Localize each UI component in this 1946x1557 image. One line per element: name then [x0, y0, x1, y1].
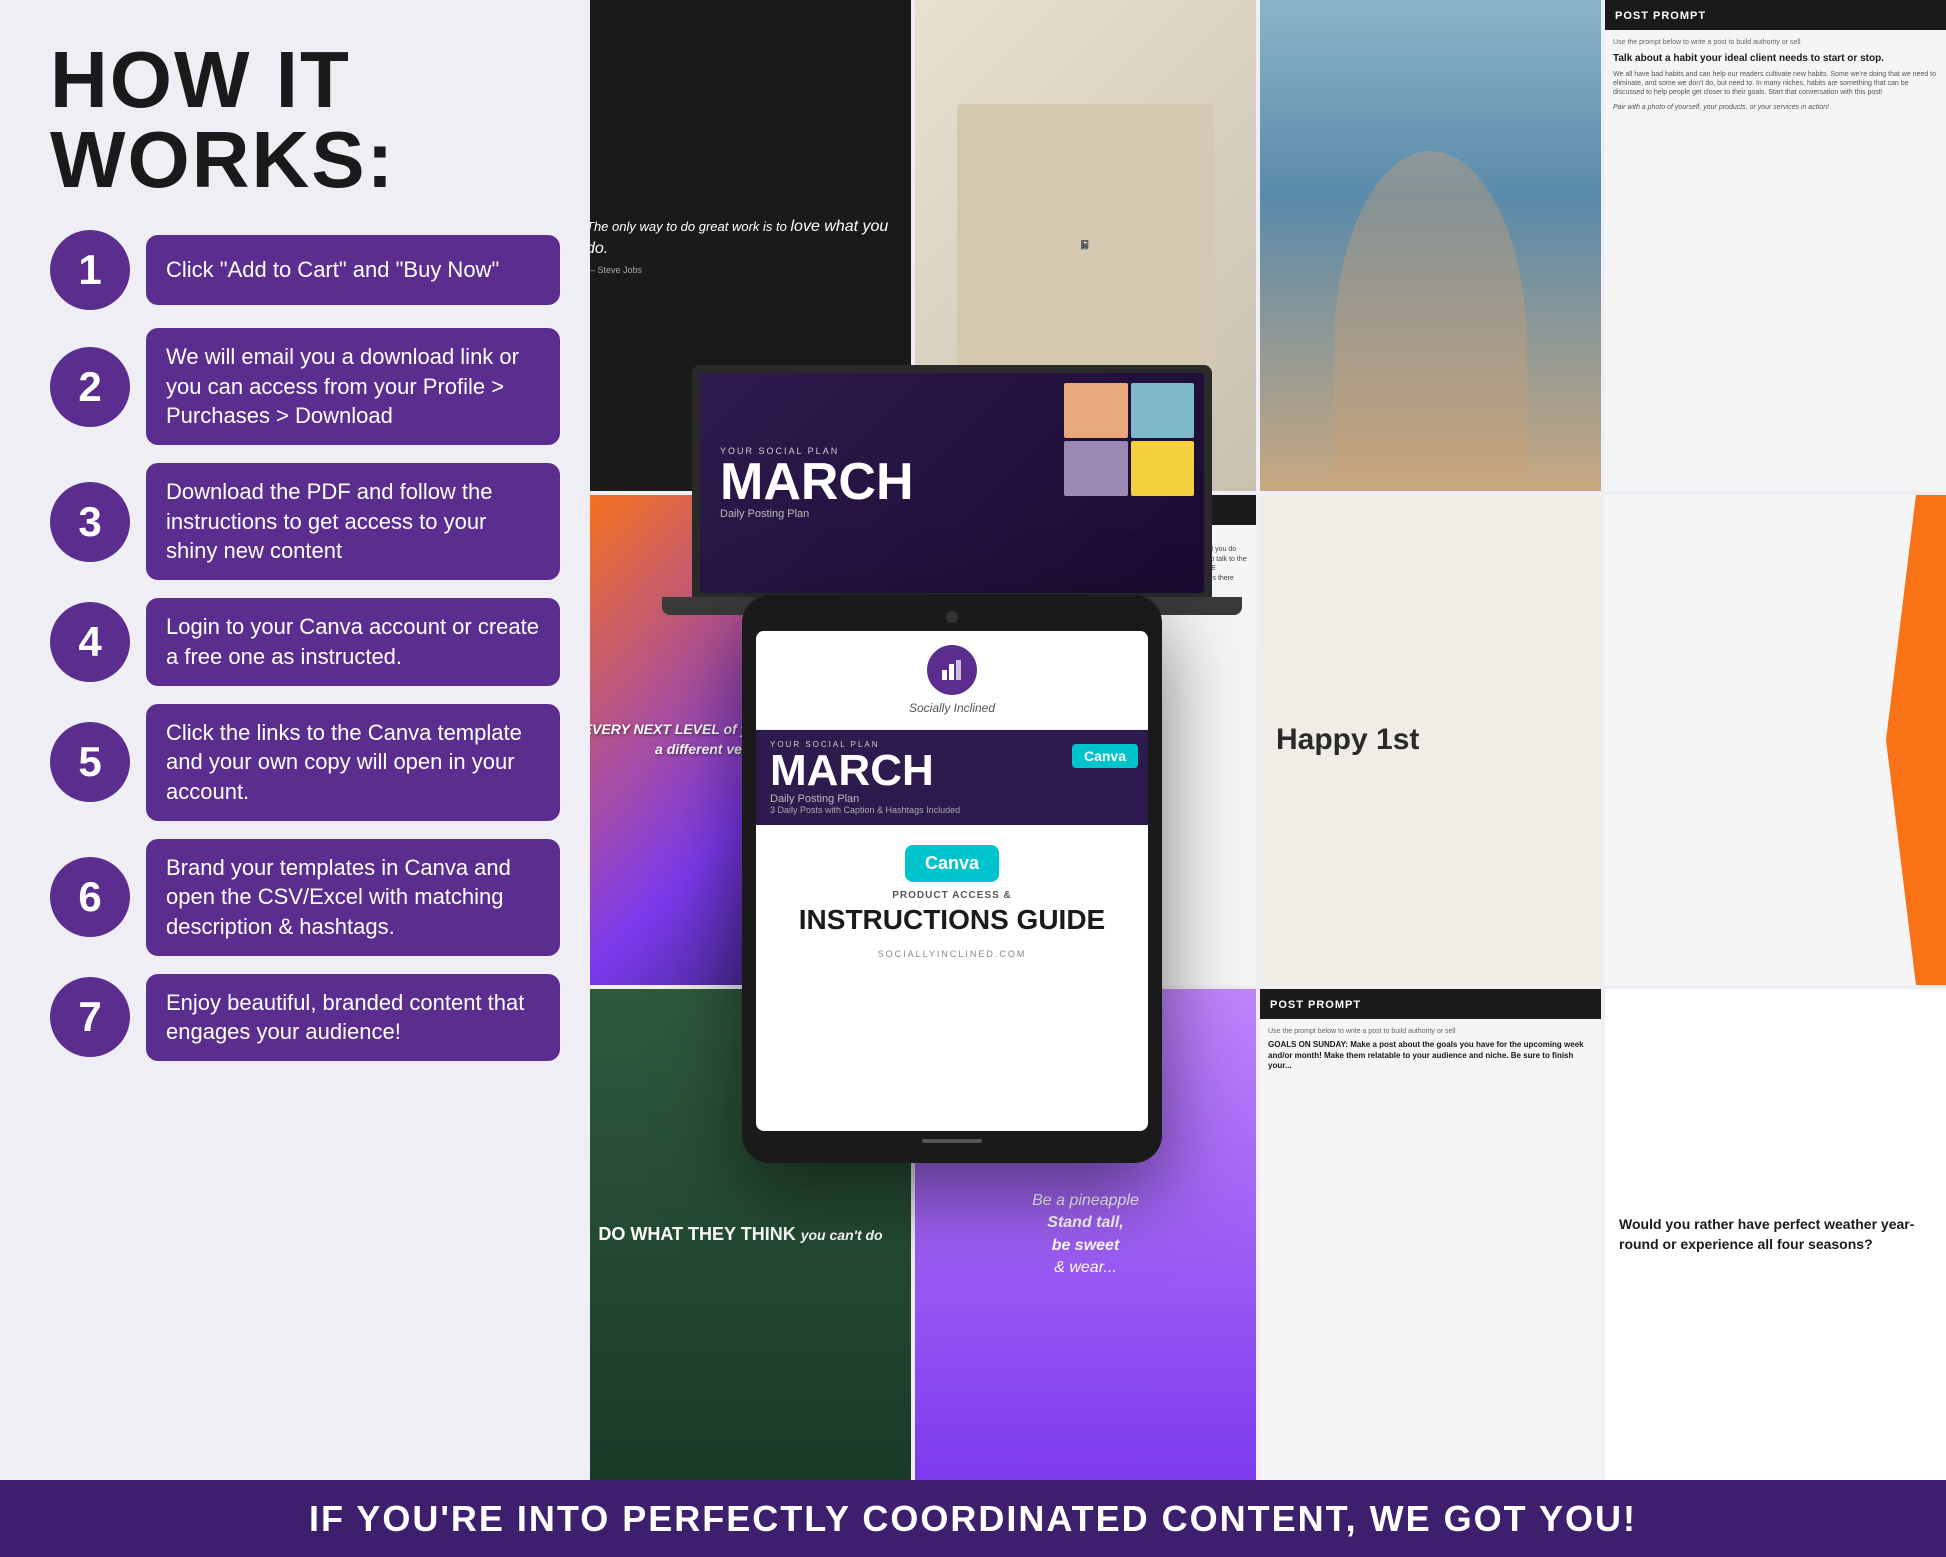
step-number-2: 2 [50, 347, 130, 427]
grid-cell-orange [1605, 495, 1946, 986]
step-text-2: We will email you a download link or you… [146, 328, 560, 445]
post-prompt-detail: We all have bad habits and can help our … [1613, 70, 1938, 97]
collage-1 [1064, 383, 1128, 438]
goals-header: POST PROMPT [1260, 989, 1601, 1019]
step-number-5: 5 [50, 722, 130, 802]
post-prompt-pair: Pair with a photo of yourself, your prod… [1613, 103, 1938, 113]
laptop-subtitle: Daily Posting Plan [720, 508, 809, 520]
laptop-collage [1064, 383, 1194, 496]
tablet-wrapper: Socially Inclined YOUR SOCIAL PLAN MARCH… [742, 595, 1162, 1163]
laptop-content: YOUR SOCIAL PLAN MARCH Daily Posting Pla… [700, 373, 1204, 593]
stand-tall-text: Be a pineappleStand tall,be sweet& wear.… [1032, 1190, 1139, 1280]
tablet-product-label: PRODUCT ACCESS & [892, 890, 1012, 901]
tablet-canva-mid: Canva [1072, 744, 1138, 768]
tablet-screen: Socially Inclined YOUR SOCIAL PLAN MARCH… [756, 631, 1148, 1131]
goals-label: POST PROMPT [1270, 999, 1361, 1011]
post-prompt-header-1: POST PROMPT [1605, 0, 1946, 30]
would-you-text: Would you rather have perfect weather ye… [1619, 1215, 1932, 1254]
post-prompt-question: Talk about a habit your ideal client nee… [1613, 52, 1938, 66]
desk-label: 📓 [1080, 240, 1091, 251]
step-7: 7 Enjoy beautiful, branded content that … [50, 974, 560, 1061]
orange-chevron [1886, 495, 1946, 986]
step-number-6: 6 [50, 857, 130, 937]
step-text-1: Click "Add to Cart" and "Buy Now" [146, 235, 560, 305]
step-text-7: Enjoy beautiful, branded content that en… [146, 974, 560, 1061]
goals-text: GOALS ON SUNDAY: Make a post about the g… [1268, 1040, 1593, 1072]
chart-icon [938, 656, 966, 684]
post-prompt-body-1: Use the prompt below to write a post to … [1605, 30, 1946, 121]
do-what-text: DO WHAT THEY THINK you can't do [598, 1223, 882, 1246]
quote-author: — Steve Jobs [586, 265, 895, 275]
laptop-device: YOUR SOCIAL PLAN MARCH Daily Posting Pla… [742, 365, 1162, 615]
tablet-logo [927, 645, 977, 695]
tablet-bottom-section: Canva PRODUCT ACCESS & INSTRUCTIONS GUID… [756, 825, 1148, 980]
laptop-screen: YOUR SOCIAL PLAN MARCH Daily Posting Pla… [700, 373, 1204, 593]
tablet-mid-section: YOUR SOCIAL PLAN MARCH Daily Posting Pla… [756, 730, 1148, 825]
tablet-top-section: Socially Inclined [756, 631, 1148, 730]
grid-cell-woman-photo [1260, 0, 1601, 491]
bottom-banner: IF YOU'RE INTO PERFECTLY COORDINATED CON… [0, 1480, 1946, 1557]
left-panel: HOW IT WORKS: 1 Click "Add to Cart" and … [0, 0, 590, 1480]
step-2: 2 We will email you a download link or y… [50, 328, 560, 445]
step-text-6: Brand your templates in Canva and open t… [146, 839, 560, 956]
tablet-frame: Socially Inclined YOUR SOCIAL PLAN MARCH… [742, 595, 1162, 1163]
tablet-device: YOUR SOCIAL PLAN MARCH Daily Posting Pla… [742, 395, 1162, 1163]
woman-overlay [1260, 0, 1601, 491]
collage-2 [1131, 383, 1195, 438]
laptop-month: MARCH [720, 456, 914, 508]
tablet-daily-label: Daily Posting Plan [770, 793, 1134, 805]
collage-3 [1064, 441, 1128, 496]
happy-overlay: Happy 1st [1260, 495, 1601, 986]
tablet-url: SOCIALLYINCLINED.COM [878, 949, 1027, 959]
post-prompt-label-1: POST PROMPT [1615, 10, 1706, 22]
tablet-camera [946, 611, 958, 623]
step-text-4: Login to your Canva account or create a … [146, 598, 560, 685]
steps-list: 1 Click "Add to Cart" and "Buy Now" 2 We… [50, 230, 560, 1061]
happy-text: Happy 1st [1276, 723, 1419, 757]
goals-body: Use the prompt below to write a post to … [1260, 1019, 1601, 1080]
step-text-3: Download the PDF and follow the instruct… [146, 463, 560, 580]
tablet-posts-detail: 3 Daily Posts with Caption & Hashtags In… [770, 805, 1134, 815]
step-number-4: 4 [50, 602, 130, 682]
step-5: 5 Click the links to the Canva template … [50, 704, 560, 821]
step-text-5: Click the links to the Canva template an… [146, 704, 560, 821]
grid-cell-would-you: Would you rather have perfect weather ye… [1605, 989, 1946, 1480]
quote-text: The only way to do great work is to love… [586, 216, 895, 261]
step-4: 4 Login to your Canva account or create … [50, 598, 560, 685]
grid-cell-happy: Happy 1st [1260, 495, 1601, 986]
tablet-home-indicator [922, 1139, 982, 1143]
step-1: 1 Click "Add to Cart" and "Buy Now" [50, 230, 560, 310]
tablet-canva-badge-area: Canva [1072, 738, 1138, 774]
step-number-3: 3 [50, 482, 130, 562]
laptop-frame: YOUR SOCIAL PLAN MARCH Daily Posting Pla… [692, 365, 1212, 597]
tablet-canva-bottom: Canva [905, 845, 999, 882]
tablet-guide-title: INSTRUCTIONS GUIDE [799, 905, 1105, 936]
post-prompt-intro: Use the prompt below to write a post to … [1613, 38, 1938, 48]
collage-4 [1131, 441, 1195, 496]
tablet-brand: Socially Inclined [770, 701, 1134, 715]
grid-cell-goals: POST PROMPT Use the prompt below to writ… [1260, 989, 1601, 1480]
step-number-7: 7 [50, 977, 130, 1057]
grid-cell-post-prompt-1: POST PROMPT Use the prompt below to writ… [1605, 0, 1946, 491]
goals-intro: Use the prompt below to write a post to … [1268, 1027, 1593, 1036]
step-6: 6 Brand your templates in Canva and open… [50, 839, 560, 956]
page-title: HOW IT WORKS: [50, 40, 560, 200]
bottom-banner-text: IF YOU'RE INTO PERFECTLY COORDINATED CON… [309, 1498, 1637, 1540]
step-number-1: 1 [50, 230, 130, 310]
step-3: 3 Download the PDF and follow the instru… [50, 463, 560, 580]
